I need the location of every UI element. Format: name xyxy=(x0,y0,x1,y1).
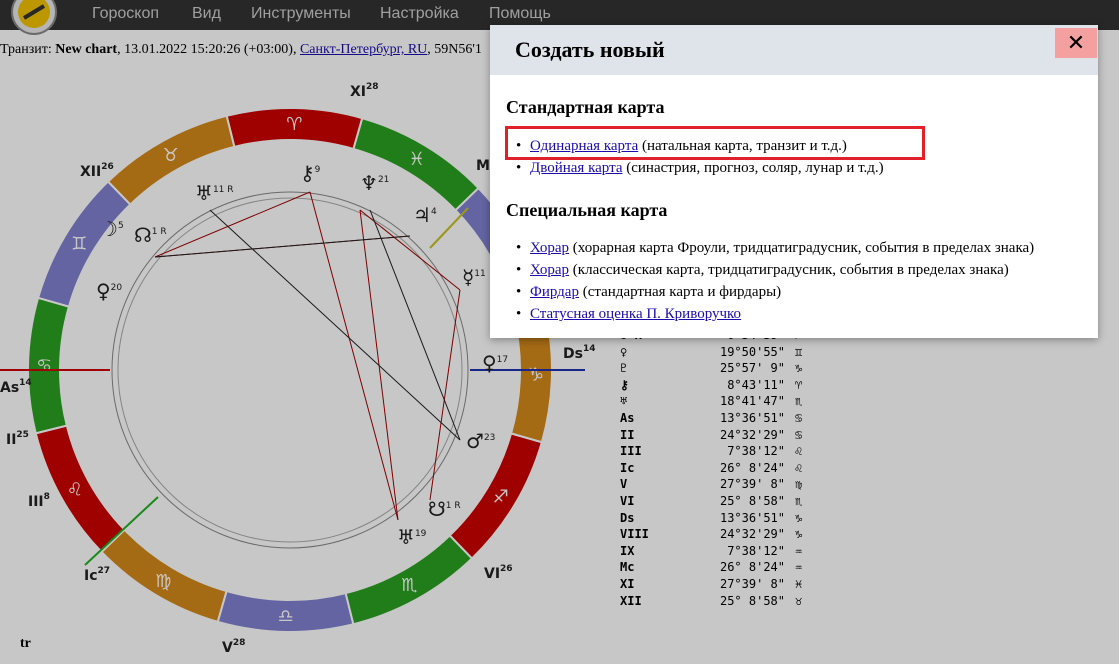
option-firdar: • Фирдар (стандартная карта и фирдары) xyxy=(516,284,782,300)
option-horary-frawley: • Хорар (хорарная карта Фроули, тридцати… xyxy=(516,240,1035,256)
option-desc: (натальная карта, транзит и т.д.) xyxy=(638,138,847,154)
horary-classic-link[interactable]: Хорар xyxy=(530,262,569,278)
special-chart-heading: Специальная карта xyxy=(506,200,668,220)
status-score-link[interactable]: Статусная оценка П. Криворучко xyxy=(530,306,741,322)
create-new-dialog: Создать новый ✕ Стандартная карта • Один… xyxy=(490,25,1098,338)
double-chart-link[interactable]: Двойная карта xyxy=(530,160,623,176)
option-desc: (хорарная карта Фроули, тридцатиградусни… xyxy=(569,240,1035,256)
option-desc: (стандартная карта и фирдары) xyxy=(578,284,782,300)
firdar-link[interactable]: Фирдар xyxy=(530,284,579,300)
option-status-score: • Статусная оценка П. Криворучко xyxy=(516,306,742,322)
dialog-title: Создать новый xyxy=(515,37,665,62)
option-desc: (классическая карта, тридцатиградусник, … xyxy=(569,262,1009,278)
option-single-chart: • Одинарная карта (натальная карта, тран… xyxy=(516,138,847,154)
close-button[interactable]: ✕ xyxy=(1055,28,1097,58)
option-double-chart: • Двойная карта (синастрия, прогноз, сол… xyxy=(516,160,884,176)
option-desc: (синастрия, прогноз, соляр, лунар и т.д.… xyxy=(622,160,884,176)
horary-frawley-link[interactable]: Хорар xyxy=(530,240,569,256)
single-chart-link[interactable]: Одинарная карта xyxy=(530,138,638,154)
option-horary-classic: • Хорар (классическая карта, тридцатигра… xyxy=(516,262,1009,278)
dialog-header: Создать новый ✕ xyxy=(490,25,1098,75)
standard-chart-heading: Стандартная карта xyxy=(506,97,665,117)
